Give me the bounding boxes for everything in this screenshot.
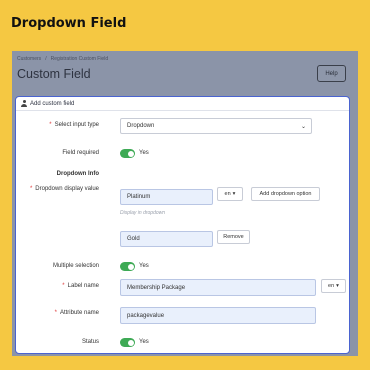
label-name-input[interactable]: Membership Package (120, 279, 316, 296)
dropdown-info-heading: Dropdown Info (56, 171, 99, 177)
select-input-type-row: * Select input type Dropdown ⌄ (16, 118, 349, 134)
card-header-title: Add custom field (30, 100, 75, 107)
multiple-selection-label: Multiple selection (52, 263, 99, 269)
status-state: Yes (139, 339, 149, 345)
breadcrumb-item-registration-custom-field[interactable]: Registration Custom Field (51, 56, 109, 62)
dropdown-lang-select[interactable]: en ▾ (217, 187, 243, 201)
chevron-down-icon: ⌄ (300, 124, 306, 130)
remove-option-button[interactable]: Remove (217, 230, 250, 244)
page-title: Custom Field (17, 67, 91, 81)
breadcrumb-item-customers[interactable]: Customers (17, 56, 41, 62)
dropdown-option-platinum-input[interactable]: Platinum (120, 189, 213, 205)
input-type-select[interactable]: Dropdown ⌄ (120, 118, 312, 134)
dropdown-option-gold-input[interactable]: Gold (120, 231, 213, 247)
caret-down-icon: ▾ (232, 191, 236, 197)
dropdown-option-gold-row: Gold Remove (16, 230, 349, 247)
dropdown-info-row: Dropdown Info (16, 167, 349, 183)
multiple-selection-toggle[interactable] (120, 262, 135, 271)
field-required-row: Field required Yes (16, 146, 349, 162)
banner-title: Dropdown Field (11, 16, 127, 31)
multiple-selection-state: Yes (139, 263, 149, 269)
multiple-selection-row: Multiple selection Yes (16, 259, 349, 275)
attribute-name-row: * Attribute name packagevalue (16, 306, 349, 324)
status-toggle[interactable] (120, 338, 135, 347)
field-required-state: Yes (139, 150, 149, 156)
status-row: Status Yes (16, 335, 349, 351)
help-button[interactable]: Help (317, 65, 346, 82)
attribute-name-input[interactable]: packagevalue (120, 307, 316, 324)
dropdown-display-value-label: * Dropdown display value (29, 186, 99, 192)
dropdown-hint: Display in dropdown (120, 210, 166, 216)
status-label: Status (81, 339, 99, 345)
breadcrumb: Customers / Registration Custom Field (17, 56, 108, 62)
breadcrumb-separator: / (45, 56, 47, 62)
label-lang-select[interactable]: en ▾ (321, 279, 346, 293)
add-dropdown-option-button[interactable]: Add dropdown option (251, 187, 320, 201)
app-window: Customers / Registration Custom Field Cu… (12, 51, 358, 356)
card-header: Add custom field (16, 97, 349, 111)
label-name-row: * Label name Membership Package en ▾ (16, 278, 349, 296)
dropdown-display-value-row: * Dropdown display value Platinum en ▾ Add… (16, 186, 349, 205)
field-required-label: Field required (62, 150, 99, 156)
label-name-label: * Label name (62, 283, 99, 289)
add-custom-field-card: Add custom field * Select input type Drop… (15, 96, 350, 354)
field-required-toggle[interactable] (120, 149, 135, 158)
attribute-name-label: * Attribute name (54, 310, 99, 316)
caret-down-icon: ▾ (336, 283, 339, 289)
user-icon (21, 100, 27, 107)
select-input-type-label: * Select input type (49, 122, 99, 128)
